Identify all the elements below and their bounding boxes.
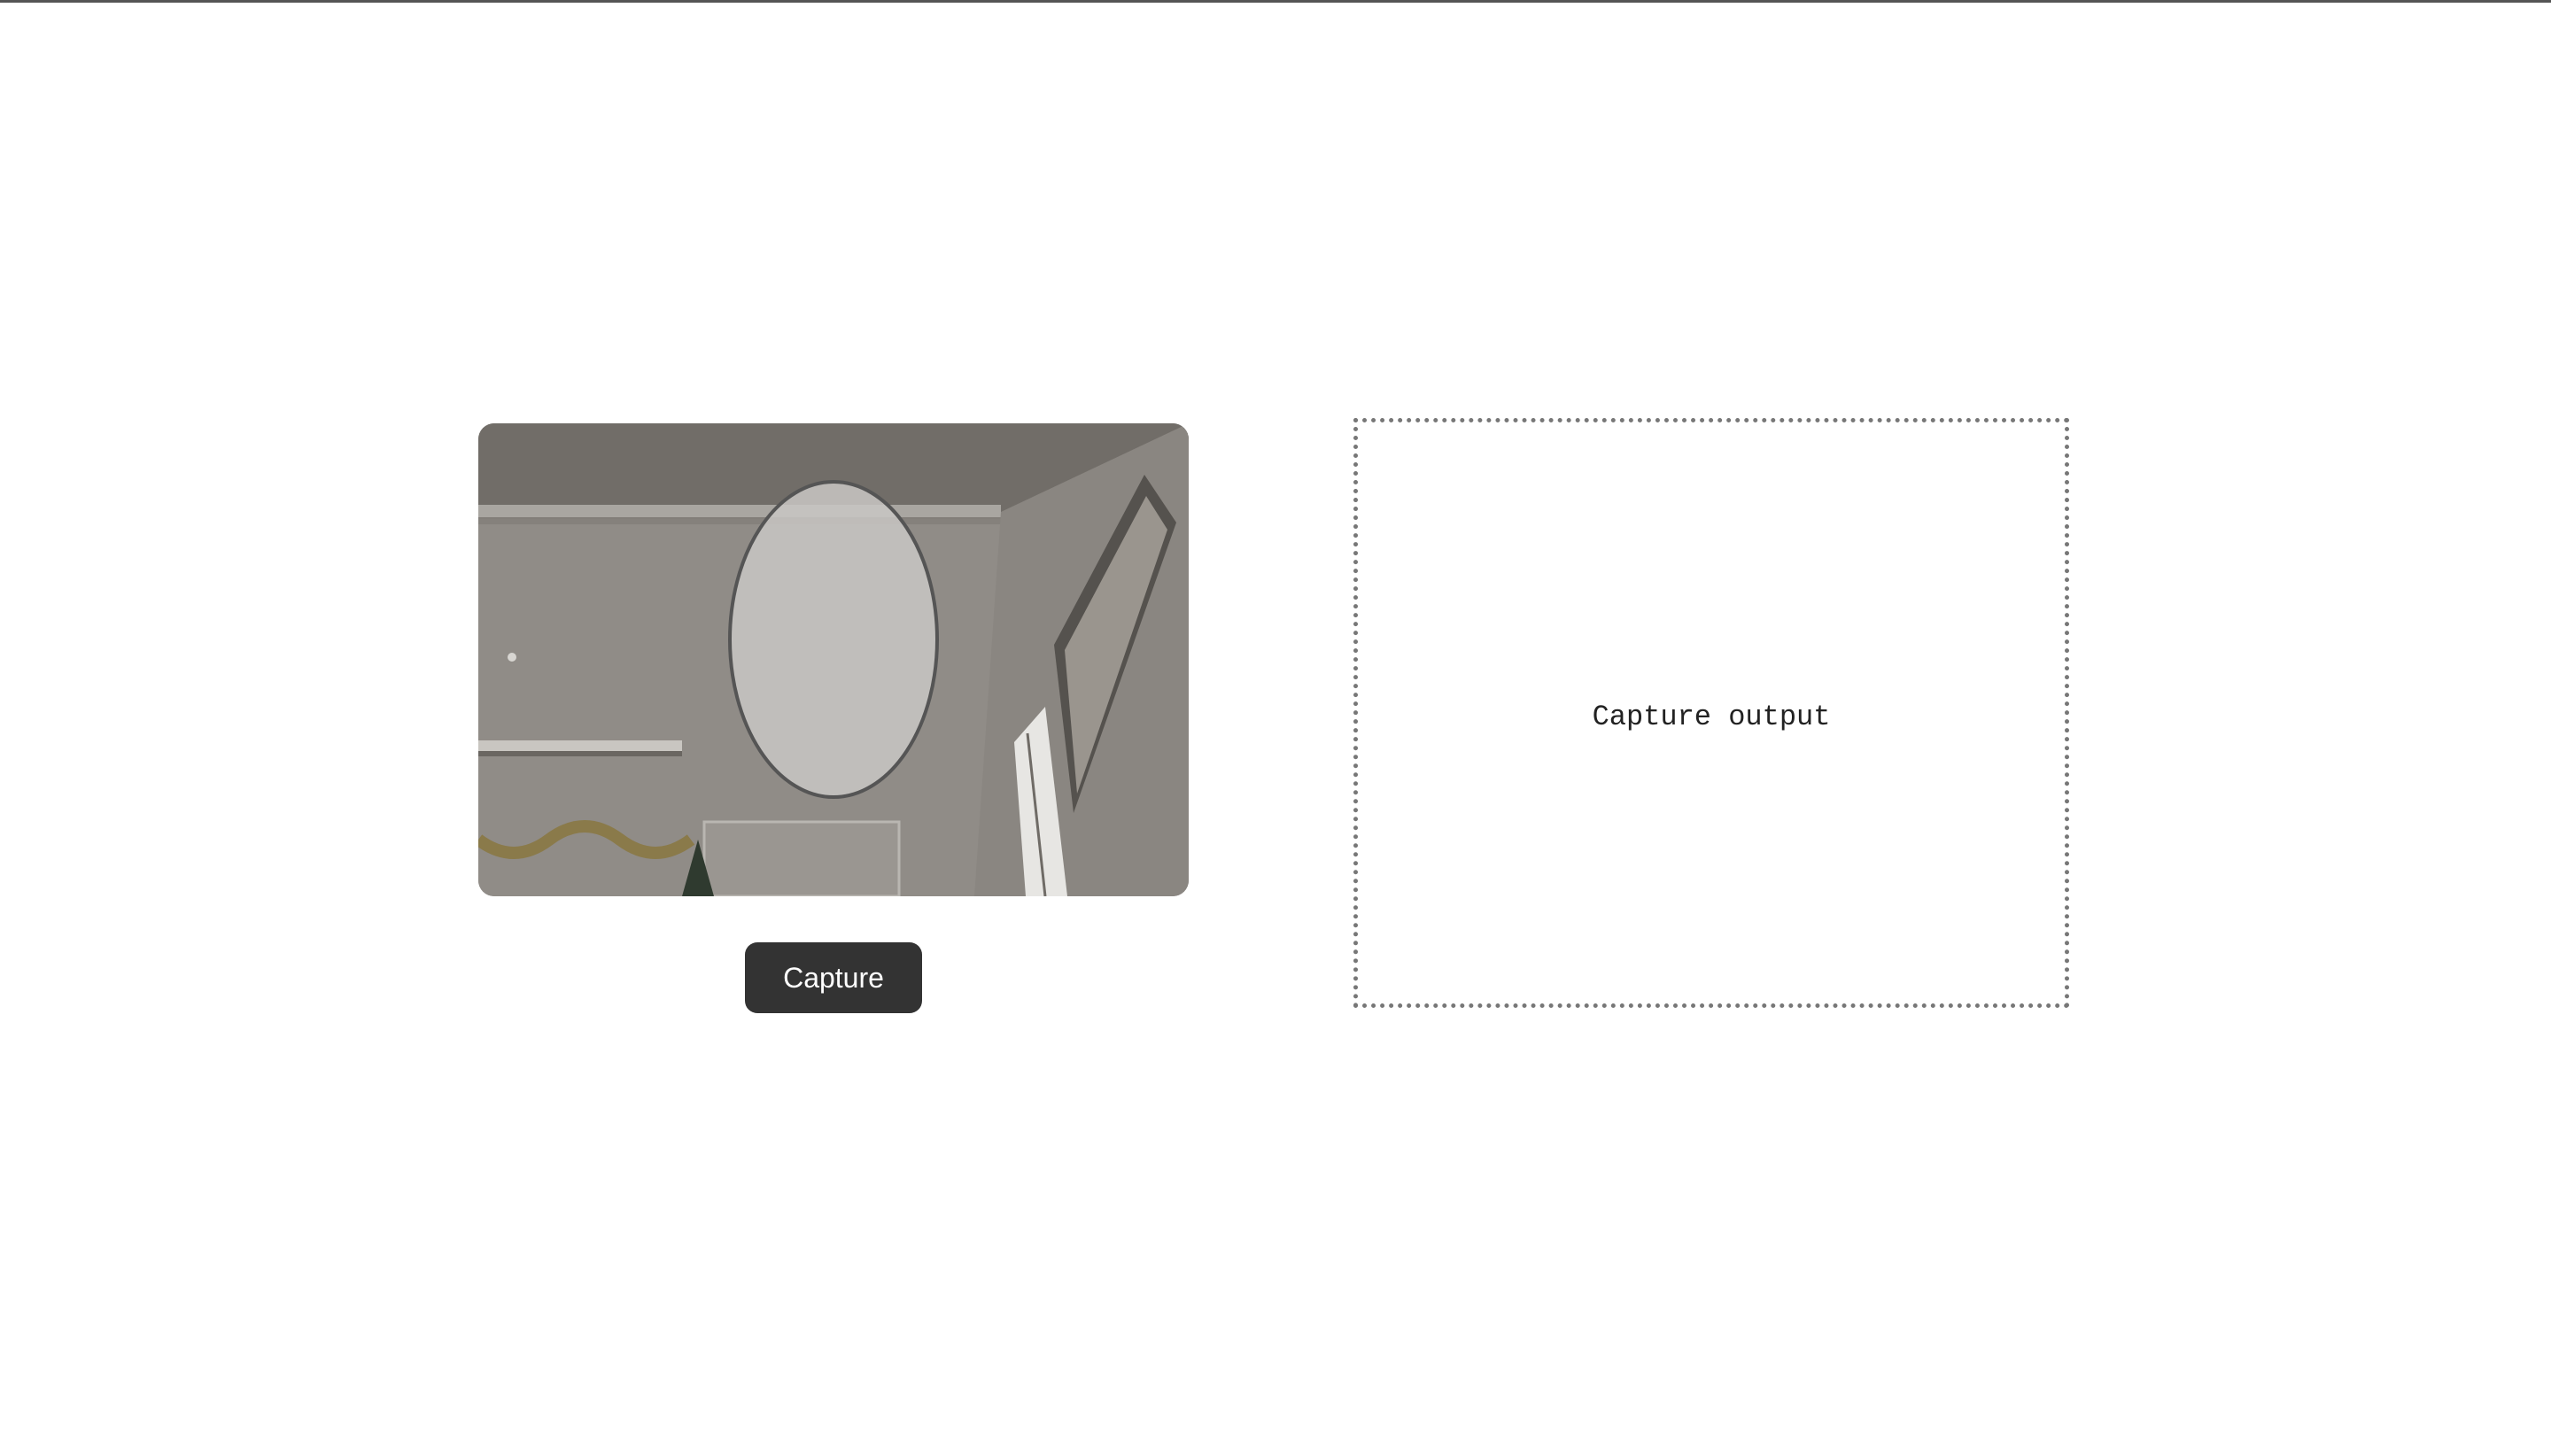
camera-feed bbox=[478, 423, 1189, 896]
shelf-shadow bbox=[478, 751, 682, 756]
face-guide-oval bbox=[728, 480, 939, 799]
shelf bbox=[478, 740, 682, 751]
cornice bbox=[478, 505, 1001, 517]
capture-button[interactable]: Capture bbox=[745, 942, 922, 1013]
camera-panel: Capture bbox=[478, 423, 1189, 1013]
capture-output-panel: Capture output bbox=[1353, 418, 2069, 1008]
wall-hook bbox=[508, 653, 516, 662]
camera-scene bbox=[478, 423, 1189, 896]
top-divider bbox=[0, 0, 2551, 3]
door-frame bbox=[702, 820, 901, 896]
cornice-shadow bbox=[478, 519, 1001, 524]
capture-output-placeholder: Capture output bbox=[1592, 700, 1831, 733]
